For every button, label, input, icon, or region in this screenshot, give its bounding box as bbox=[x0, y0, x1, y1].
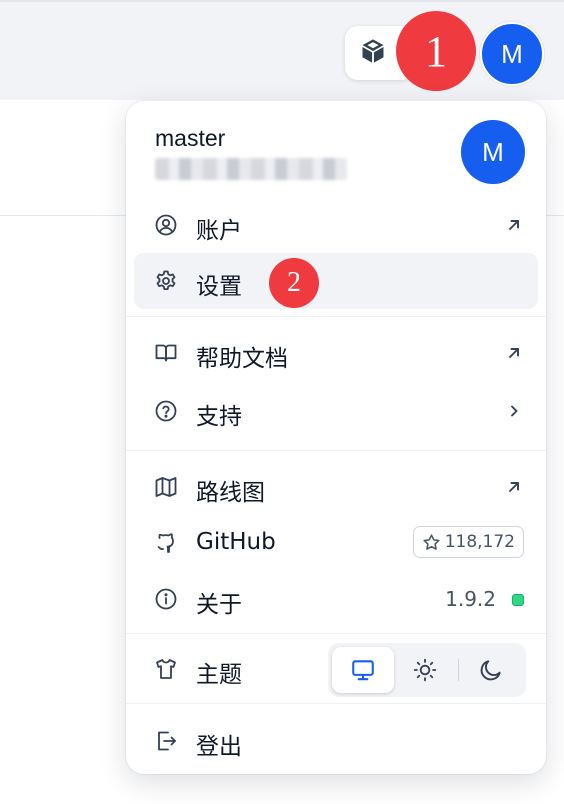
star-icon bbox=[423, 533, 440, 550]
version-text: 1.9.2 bbox=[445, 587, 496, 611]
map-icon bbox=[154, 475, 178, 499]
menu-divider bbox=[126, 633, 546, 634]
menu-item-support[interactable]: 支持 bbox=[134, 383, 538, 439]
menu-item-roadmap[interactable]: 路线图 bbox=[134, 459, 538, 515]
menu-item-github[interactable]: GitHub 118,172 bbox=[134, 515, 538, 571]
status-indicator bbox=[512, 594, 524, 606]
menu-item-label: 帮助文档 bbox=[196, 346, 288, 372]
menu-item-label: 账户 bbox=[196, 218, 242, 244]
theme-option-system[interactable] bbox=[332, 647, 394, 693]
shirt-icon bbox=[154, 657, 178, 681]
menu-divider bbox=[126, 450, 546, 451]
menu-item-logout[interactable]: 登出 bbox=[134, 713, 538, 769]
menu-item-label: 支持 bbox=[196, 404, 242, 430]
menu-item-theme: 主题 bbox=[134, 641, 538, 697]
theme-option-dark[interactable] bbox=[460, 647, 522, 693]
external-arrow-icon bbox=[504, 343, 524, 363]
github-stars-count: 118,172 bbox=[444, 532, 515, 552]
github-stars-badge[interactable]: 118,172 bbox=[412, 526, 524, 558]
monitor-icon bbox=[352, 660, 374, 681]
logout-icon bbox=[154, 729, 178, 753]
chevron-right-icon bbox=[504, 401, 524, 421]
step-marker-2: 2 bbox=[269, 258, 319, 308]
menu-item-label: 路线图 bbox=[196, 480, 265, 506]
user-circle-icon bbox=[154, 213, 178, 237]
user-email-redacted bbox=[155, 158, 347, 180]
user-name: master bbox=[155, 125, 226, 151]
menu-item-about[interactable]: 关于 1.9.2 bbox=[134, 571, 538, 627]
user-avatar: M bbox=[461, 120, 525, 184]
cube-icon bbox=[359, 37, 387, 69]
info-circle-icon bbox=[154, 587, 178, 611]
menu-item-label: 关于 bbox=[196, 592, 242, 618]
menu-item-label: GitHub bbox=[196, 529, 276, 555]
external-arrow-icon bbox=[504, 215, 524, 235]
step-marker-1: 1 bbox=[396, 11, 476, 91]
github-icon bbox=[154, 531, 178, 555]
menu-item-help-docs[interactable]: 帮助文档 bbox=[134, 325, 538, 381]
menu-item-account[interactable]: 账户 bbox=[134, 197, 538, 253]
theme-switcher bbox=[328, 643, 526, 697]
sun-icon bbox=[413, 658, 437, 682]
theme-separator bbox=[458, 659, 459, 681]
gear-icon bbox=[154, 269, 178, 293]
user-avatar-button[interactable]: M bbox=[480, 22, 544, 86]
question-circle-icon bbox=[154, 399, 178, 423]
menu-item-settings[interactable]: 设置 bbox=[134, 253, 538, 309]
account-dropdown-menu: master M 账户 设置 帮助文档 支持 路线图 GitHub 118,17… bbox=[126, 101, 546, 774]
menu-divider bbox=[126, 316, 546, 317]
menu-divider bbox=[126, 703, 546, 704]
menu-item-label: 登出 bbox=[196, 734, 242, 760]
moon-icon bbox=[480, 660, 501, 681]
book-icon bbox=[154, 341, 178, 365]
menu-item-label: 设置 bbox=[196, 274, 242, 300]
theme-option-light[interactable] bbox=[394, 647, 456, 693]
menu-item-label: 主题 bbox=[196, 662, 242, 688]
external-arrow-icon bbox=[504, 477, 524, 497]
